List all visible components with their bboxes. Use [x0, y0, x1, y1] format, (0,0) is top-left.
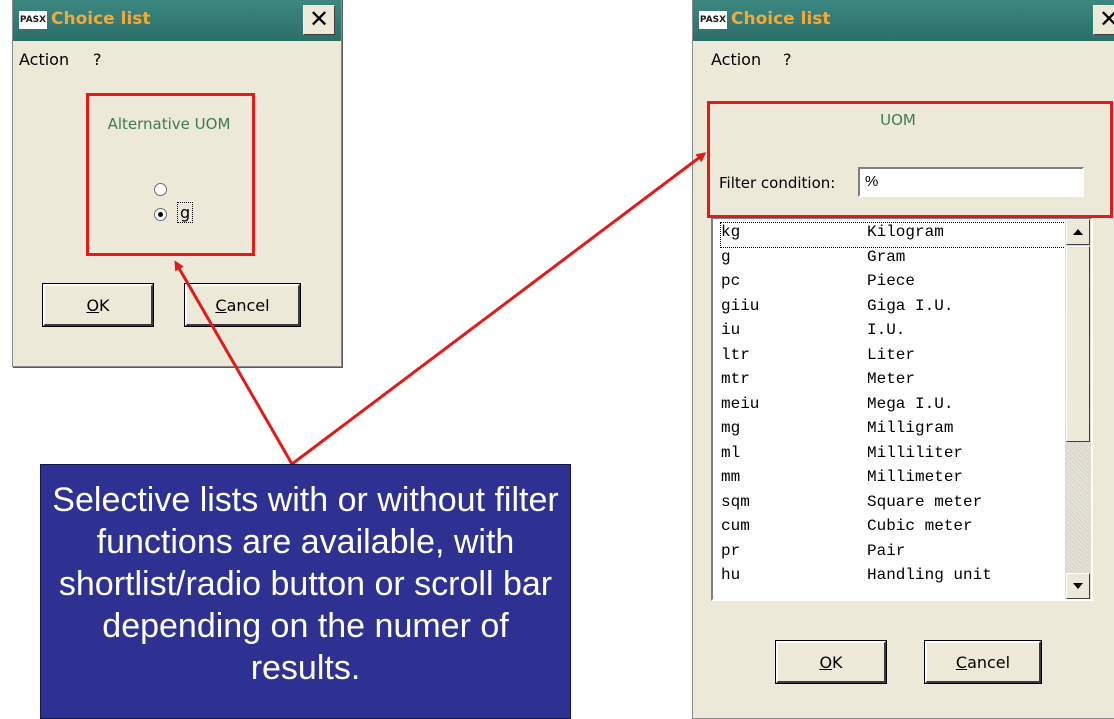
list-item-code: cum — [721, 517, 750, 535]
pasx-logo: PASX — [699, 11, 727, 29]
list-item-name: Kilogram — [867, 223, 944, 241]
list-item-name: Pair — [867, 542, 906, 560]
list-item-name: Piece — [867, 272, 916, 290]
close-icon[interactable]: ✕ — [303, 5, 335, 35]
ok-label: OK — [86, 295, 110, 315]
scroll-thumb[interactable] — [1066, 246, 1090, 442]
list-item-code: iu — [721, 321, 741, 339]
window-title: Choice list — [731, 9, 831, 29]
arrow-up-icon — [1073, 229, 1083, 235]
list-item-code: pc — [721, 272, 741, 290]
vertical-scrollbar[interactable] — [1065, 219, 1091, 599]
list-item-name: Milliliter — [867, 444, 964, 462]
ok-button[interactable]: OK — [775, 640, 887, 684]
window-title: Choice list — [51, 9, 151, 29]
cancel-button[interactable]: Cancel — [184, 283, 301, 327]
menu-bar: Action ? — [693, 43, 1114, 73]
list-item-code: mg — [721, 419, 741, 437]
list-item-name: Gram — [867, 248, 906, 266]
list-item-name: Millimeter — [867, 468, 964, 486]
pasx-logo: PASX — [19, 11, 47, 29]
list-item-code: ltr — [721, 346, 750, 364]
list-item[interactable]: kg Kilogram — [720, 222, 1068, 248]
list-item-code: giiu — [721, 297, 760, 315]
title-bar[interactable]: PASX Choice list ✕ — [13, 0, 341, 41]
list-item-name: Square meter — [867, 493, 983, 511]
menu-action[interactable]: Action — [19, 50, 69, 69]
list-item-code: g — [721, 248, 731, 266]
list-item-name: Giga I.U. — [867, 297, 954, 315]
ok-button[interactable]: OK — [42, 283, 154, 327]
list-item-code: kg — [721, 223, 741, 241]
list-item-name: Mega I.U. — [867, 395, 954, 413]
list-item-code: mm — [721, 468, 741, 486]
list-item-code: hu — [721, 566, 741, 584]
list-item-code: meiu — [721, 395, 760, 413]
callout-text: Selective lists with or without filter f… — [52, 481, 559, 687]
menu-action[interactable]: Action — [711, 50, 761, 69]
list-item-name: Cubic meter — [867, 517, 973, 535]
cancel-label: Cancel — [215, 295, 270, 315]
list-item-name: I.U. — [867, 321, 906, 339]
cancel-label: Cancel — [955, 652, 1011, 672]
list-item-code: ml — [721, 444, 741, 462]
highlight-box-filter — [707, 101, 1113, 218]
ok-label: OK — [819, 652, 843, 672]
callout-box: Selective lists with or without filter f… — [40, 464, 571, 719]
title-bar[interactable]: PASX Choice list ✕ — [693, 0, 1114, 41]
list-item-name: Liter — [867, 346, 916, 364]
menu-bar: Action ? — [13, 43, 341, 73]
list-item-code: mtr — [721, 370, 750, 388]
scroll-up-button[interactable] — [1066, 219, 1090, 245]
arrow-to-filter-list — [291, 152, 707, 466]
close-icon[interactable]: ✕ — [1093, 5, 1114, 35]
list-item-name: Meter — [867, 370, 916, 388]
list-item-code: sqm — [721, 493, 750, 511]
scroll-down-button[interactable] — [1066, 573, 1090, 599]
uom-listbox[interactable]: kg Kilogram g Gram pc Piece giiu Giga I.… — [711, 217, 1093, 601]
list-item-name: Milligram — [867, 419, 954, 437]
cancel-button[interactable]: Cancel — [924, 640, 1042, 684]
list-item-code: pr — [721, 542, 741, 560]
menu-help[interactable]: ? — [783, 50, 792, 69]
highlight-box-radio — [86, 93, 255, 256]
menu-help[interactable]: ? — [93, 50, 102, 69]
list-item-name: Handling unit — [867, 566, 992, 584]
arrow-down-icon — [1073, 583, 1083, 589]
